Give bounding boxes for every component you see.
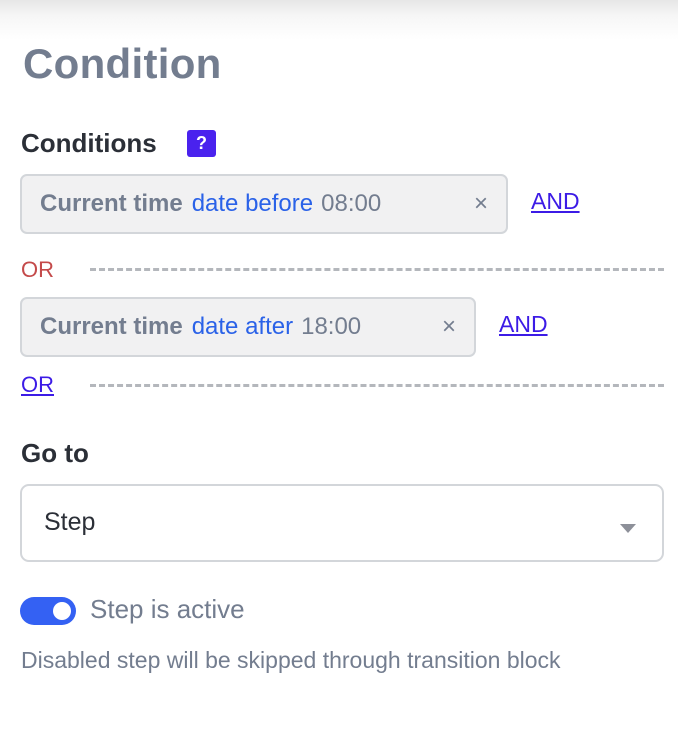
goto-select[interactable]: Step: [20, 484, 664, 562]
condition-chip[interactable]: Current time date before 08:00 ×: [20, 174, 508, 234]
condition-value: 08:00: [321, 190, 382, 217]
and-link[interactable]: AND: [531, 188, 580, 215]
close-icon[interactable]: ×: [442, 313, 456, 341]
panel-title: Condition: [23, 40, 222, 87]
condition-operator: date before: [191, 190, 314, 217]
goto-selected-value: Step: [44, 508, 96, 536]
question-mark-icon[interactable]: ?: [187, 130, 216, 157]
toggle-knob: [53, 602, 71, 620]
and-link[interactable]: AND: [499, 311, 548, 338]
condition-field: Current time: [40, 313, 183, 340]
step-active-label: Step is active: [90, 594, 245, 624]
condition-chip[interactable]: Current time date after 18:00 ×: [20, 297, 476, 357]
close-icon[interactable]: ×: [474, 190, 488, 218]
condition-field: Current time: [40, 190, 183, 217]
step-active-toggle[interactable]: [20, 597, 76, 625]
add-or-link[interactable]: OR: [21, 372, 54, 398]
or-separator-label: OR: [21, 257, 54, 282]
condition-operator: date after: [191, 313, 294, 340]
or-divider: [90, 384, 664, 387]
step-active-hint: Disabled step will be skipped through tr…: [21, 647, 561, 673]
top-shadow: [0, 0, 678, 40]
goto-label: Go to: [21, 438, 89, 468]
condition-value: 18:00: [301, 313, 362, 340]
or-divider: [90, 268, 664, 271]
chevron-down-icon: [620, 524, 636, 533]
conditions-label: Conditions: [21, 128, 157, 158]
